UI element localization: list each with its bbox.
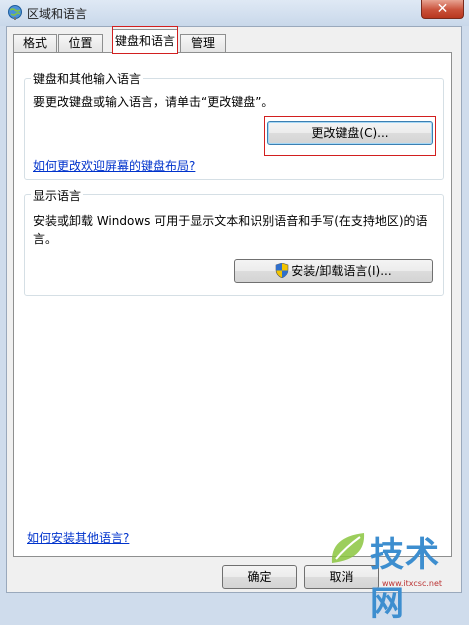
tab-highlight-box — [112, 26, 178, 54]
keyboard-group-title: 键盘和其他输入语言 — [31, 70, 144, 87]
display-language-title: 显示语言 — [31, 187, 84, 204]
close-button[interactable]: ✕ — [421, 0, 464, 19]
ok-button[interactable]: 确定 — [222, 565, 297, 589]
watermark-text: 技术网 — [370, 535, 440, 624]
watermark-url: www.itxcsc.net — [382, 579, 443, 588]
install-other-languages-link[interactable]: 如何安装其他语言? — [27, 529, 129, 546]
uac-shield-icon — [275, 263, 289, 278]
install-uninstall-languages-button[interactable]: 安装/卸载语言(I)... — [234, 259, 433, 283]
globe-icon — [8, 5, 22, 20]
title-bar: 区域和语言 ✕ — [0, 0, 469, 26]
watermark-leaf-icon — [331, 533, 365, 563]
tab-administrative[interactable]: 管理 — [180, 34, 226, 53]
tab-formats[interactable]: 格式 — [13, 34, 57, 53]
tab-location[interactable]: 位置 — [58, 34, 103, 53]
keyboard-description: 要更改键盘或输入语言，请单击“更改键盘”。 — [33, 95, 274, 109]
button-highlight-box — [264, 116, 436, 156]
display-language-description-line2: 言。 — [33, 232, 58, 246]
window-title: 区域和语言 — [27, 7, 88, 21]
close-icon: ✕ — [436, 1, 449, 17]
welcome-keyboard-help-link[interactable]: 如何更改欢迎屏幕的键盘布局? — [33, 157, 195, 174]
watermark-logo: 技术网 www.itxcsc.net — [322, 519, 469, 624]
install-button-label: 安装/卸载语言(I)... — [291, 264, 392, 278]
display-language-description-line1: 安装或卸载 Windows 可用于显示文本和识别语音和手写(在支持地区)的语 — [33, 214, 428, 228]
